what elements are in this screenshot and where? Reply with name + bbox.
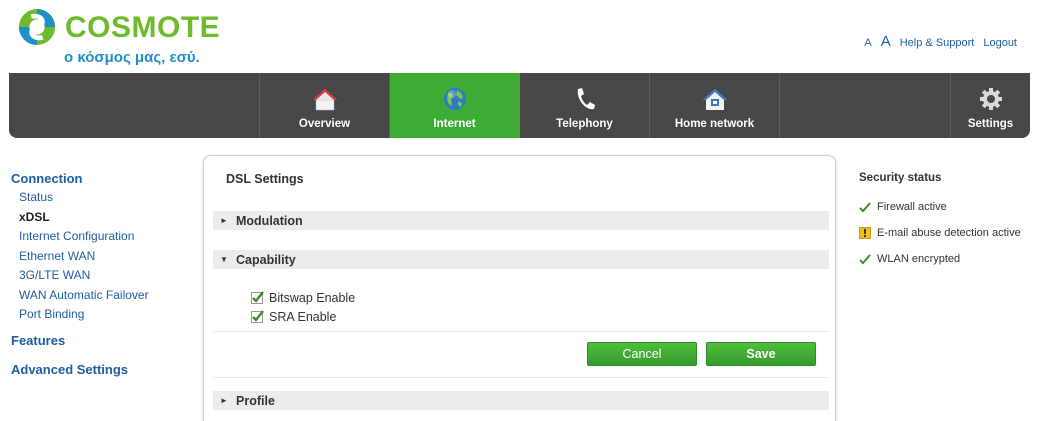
- sidebar-item-3g-lte-wan[interactable]: 3G/LTE WAN: [19, 266, 196, 286]
- top-links: A A Help & Support Logout: [864, 33, 1017, 50]
- font-size-small-link[interactable]: A: [864, 37, 871, 49]
- chevron-right-icon: ►: [220, 396, 228, 405]
- cosmote-logo-mark-icon: [18, 8, 56, 46]
- check-icon: [859, 253, 877, 265]
- chevron-down-icon: ▼: [220, 255, 228, 264]
- nav-label-overview: Overview: [298, 118, 351, 130]
- sra-enable-row: SRA Enable: [251, 310, 336, 324]
- checkmark-icon: [252, 310, 264, 322]
- divider: [213, 331, 829, 332]
- nav-item-settings[interactable]: Settings: [951, 73, 1030, 138]
- panel-title: DSL Settings: [226, 172, 304, 186]
- section-capability-label: Capability: [236, 252, 296, 267]
- sidebar-item-status[interactable]: Status: [19, 188, 196, 208]
- bitswap-enable-row: Bitswap Enable: [251, 291, 355, 305]
- checkmark-icon: [252, 291, 264, 303]
- warning-icon: [859, 227, 877, 239]
- security-status: Security status Firewall active E-mail a…: [859, 172, 1039, 272]
- divider: [213, 377, 829, 378]
- sidebar-heading-features[interactable]: Features: [11, 333, 196, 348]
- sra-enable-label: SRA Enable: [269, 310, 337, 324]
- security-status-title: Security status: [859, 172, 942, 184]
- save-button[interactable]: Save: [706, 342, 816, 366]
- security-item-label: E-mail abuse detection active: [877, 227, 1021, 239]
- globe-icon: [442, 86, 468, 112]
- section-profile-label: Profile: [236, 393, 275, 408]
- sidebar-item-ethernet-wan[interactable]: Ethernet WAN: [19, 247, 196, 267]
- dsl-settings-panel: DSL Settings ► Modulation ▼ Capability B…: [203, 155, 836, 421]
- nav-label-telephony: Telephony: [556, 118, 613, 130]
- phone-icon: [572, 86, 598, 112]
- section-modulation[interactable]: ► Modulation: [213, 211, 829, 230]
- home-network-icon: [702, 86, 728, 112]
- sidebar-heading-advanced-settings[interactable]: Advanced Settings: [11, 362, 196, 377]
- nav-item-overview[interactable]: Overview: [260, 73, 390, 138]
- nav-item-internet[interactable]: Internet: [390, 73, 520, 138]
- nav-label-settings: Settings: [967, 118, 1014, 130]
- nav-item-telephony[interactable]: Telephony: [520, 73, 650, 138]
- font-size-large-link[interactable]: A: [881, 33, 891, 50]
- section-modulation-label: Modulation: [236, 213, 303, 228]
- brand-tagline: ο κόσμος μας, εσύ.: [64, 49, 200, 66]
- cosmote-logo[interactable]: COSMOTE ο κόσμος μας, εσύ.: [18, 6, 221, 68]
- cancel-button[interactable]: Cancel: [587, 342, 697, 366]
- gear-icon: [978, 86, 1004, 112]
- security-item-email-abuse: E-mail abuse detection active: [859, 220, 1039, 246]
- security-item-wlan: WLAN encrypted: [859, 246, 1039, 272]
- help-support-link[interactable]: Help & Support: [900, 37, 975, 49]
- section-profile[interactable]: ► Profile: [213, 391, 829, 410]
- sidebar-item-xdsl[interactable]: xDSL: [19, 208, 196, 228]
- security-item-label: WLAN encrypted: [877, 253, 961, 265]
- nav-empty-cell: [780, 73, 951, 138]
- check-icon: [859, 201, 877, 213]
- sidebar-item-internet-configuration[interactable]: Internet Configuration: [19, 227, 196, 247]
- brand-name: COSMOTE: [65, 11, 221, 44]
- sra-enable-checkbox[interactable]: [251, 310, 264, 323]
- bitswap-enable-checkbox[interactable]: [251, 291, 264, 304]
- nav-label-internet: Internet: [433, 118, 476, 130]
- nav-item-home-network[interactable]: Home network: [650, 73, 780, 138]
- sidebar-item-wan-automatic-failover[interactable]: WAN Automatic Failover: [19, 286, 196, 306]
- sidebar: Connection Status xDSL Internet Configur…: [11, 171, 196, 377]
- section-capability[interactable]: ▼ Capability: [213, 250, 829, 269]
- home-icon: [312, 86, 338, 112]
- sidebar-connection-list: Status xDSL Internet Configuration Ether…: [11, 188, 196, 325]
- security-item-firewall: Firewall active: [859, 194, 1039, 220]
- logout-link[interactable]: Logout: [983, 37, 1017, 49]
- nav-empty-cell: [9, 73, 260, 138]
- sidebar-item-port-binding[interactable]: Port Binding: [19, 305, 196, 325]
- nav-label-home-network: Home network: [674, 118, 755, 130]
- sidebar-heading-connection[interactable]: Connection: [11, 171, 196, 186]
- bitswap-enable-label: Bitswap Enable: [269, 291, 356, 305]
- chevron-right-icon: ►: [220, 216, 228, 225]
- main-navigation: Overview Internet Telephony Home network…: [9, 73, 1030, 138]
- security-item-label: Firewall active: [877, 201, 947, 213]
